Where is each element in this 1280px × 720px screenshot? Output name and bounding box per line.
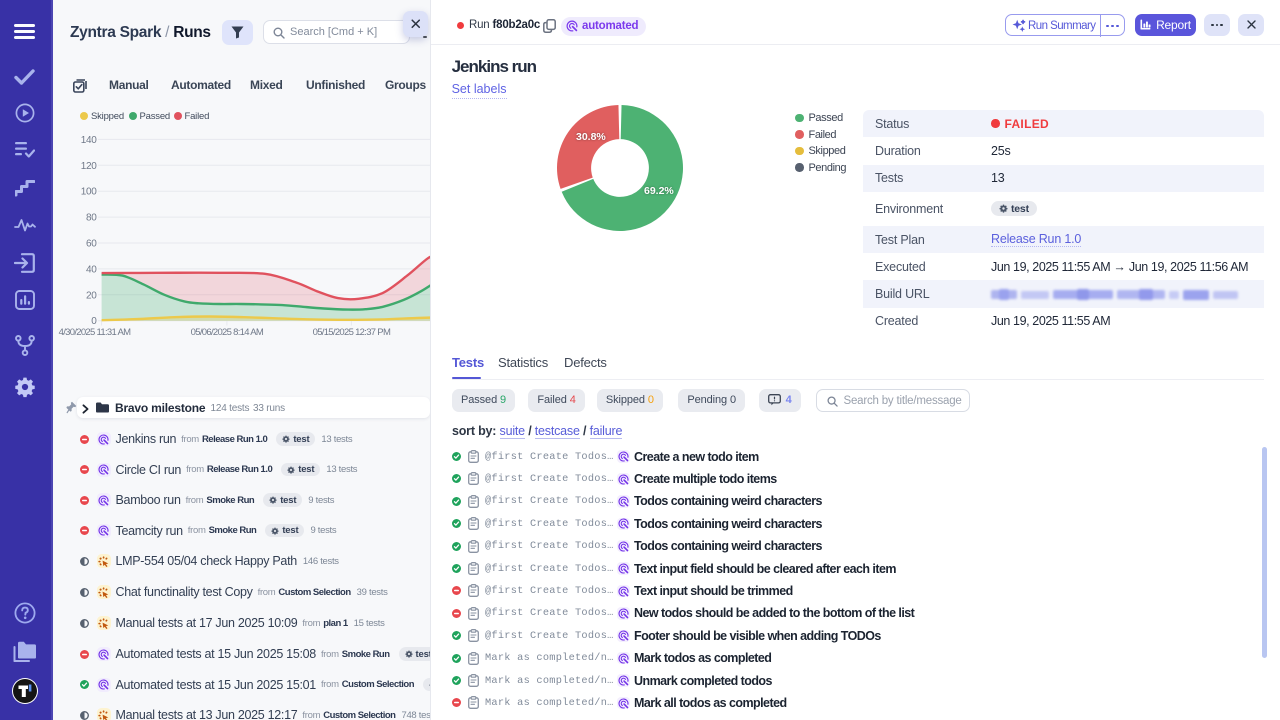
- svg-text:80: 80: [86, 213, 97, 224]
- svg-text:140: 140: [81, 135, 98, 146]
- svg-text:120: 120: [81, 161, 98, 172]
- svg-text:20: 20: [86, 290, 97, 301]
- svg-text:60: 60: [86, 239, 97, 250]
- svg-text:4/30/2025 11:31 AM: 4/30/2025 11:31 AM: [59, 327, 132, 338]
- svg-text:100: 100: [81, 187, 98, 198]
- svg-text:40: 40: [86, 264, 97, 275]
- svg-text:30.8%: 30.8%: [576, 131, 606, 143]
- svg-text:05/06/2025 8:14 AM: 05/06/2025 8:14 AM: [191, 327, 264, 338]
- svg-text:0: 0: [91, 316, 97, 327]
- svg-text:05/15/2025 12:37 PM: 05/15/2025 12:37 PM: [313, 327, 391, 338]
- svg-text:69.2%: 69.2%: [644, 185, 674, 197]
